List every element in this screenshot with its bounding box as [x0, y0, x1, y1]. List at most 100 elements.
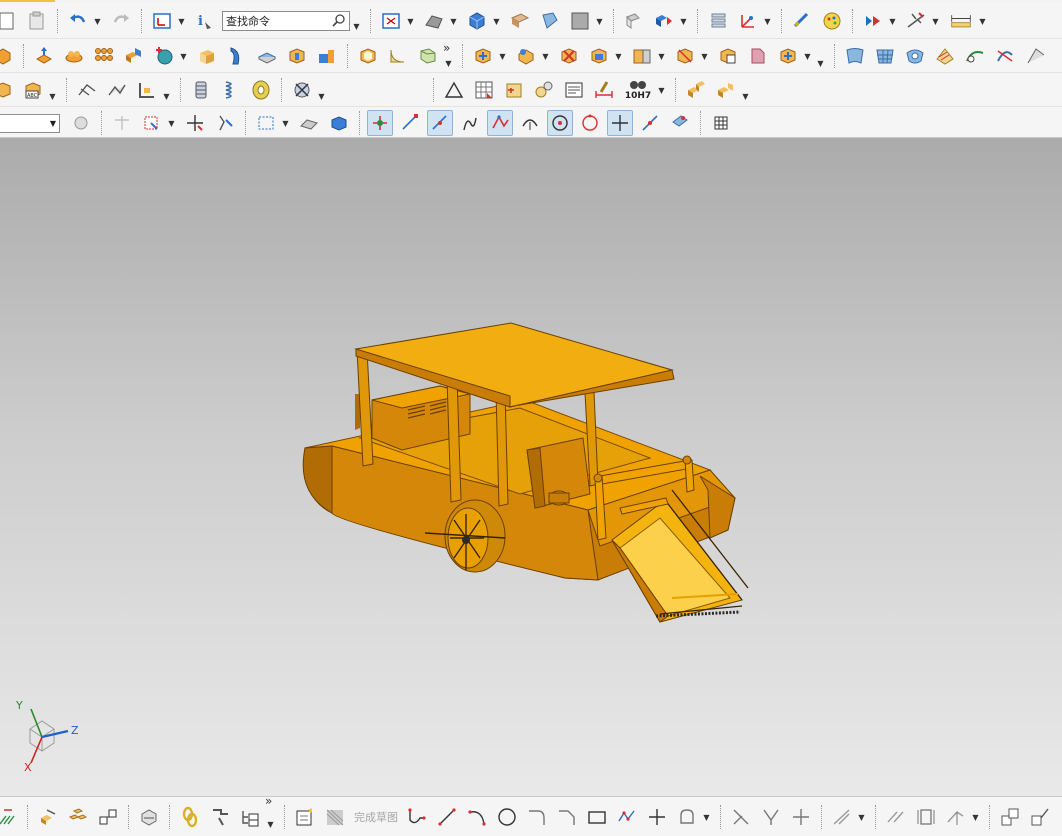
part-tree-icon[interactable] [237, 804, 263, 830]
solid-body-icon[interactable] [326, 110, 352, 136]
datum-point-dropdown[interactable]: ▼ [179, 46, 188, 66]
move-component-icon[interactable] [621, 8, 647, 34]
snap-point-on-face-icon[interactable] [637, 110, 663, 136]
hole-feature-icon[interactable] [284, 43, 310, 69]
extract-geometry-icon[interactable] [715, 43, 741, 69]
feature-table-icon[interactable] [501, 77, 527, 103]
studio-surface-icon[interactable] [932, 43, 958, 69]
redo-icon[interactable] [108, 8, 134, 34]
fit-view-dropdown[interactable]: ▼ [406, 11, 415, 31]
sketch-constraint-icon[interactable] [0, 804, 20, 830]
reuse-library-icon[interactable] [289, 77, 315, 103]
combine-icon[interactable] [775, 43, 801, 69]
finish-sketch-label[interactable]: 完成草图 [354, 809, 398, 825]
binoculars-tolerance-icon[interactable]: 10H7 [621, 77, 655, 103]
wcs-dropdown[interactable]: ▼ [177, 11, 186, 31]
circle-icon[interactable] [494, 804, 520, 830]
quick-trim-icon[interactable] [728, 804, 754, 830]
ruled-surface-icon[interactable] [842, 43, 868, 69]
quick-extend-icon[interactable] [758, 804, 784, 830]
edit-section-icon[interactable] [507, 8, 533, 34]
sync-modeling-dropdown[interactable]: ▼ [541, 46, 550, 66]
datum-point-icon[interactable] [151, 43, 177, 69]
offset-curve-dropdown[interactable]: ▼ [702, 807, 711, 827]
shell-icon[interactable] [355, 43, 381, 69]
arc-icon[interactable] [464, 804, 490, 830]
rectangle-select-icon[interactable] [253, 110, 279, 136]
selection-filter-dropdown[interactable]: ▼ [888, 11, 897, 31]
background-icon[interactable] [567, 8, 593, 34]
assembly-constraint-icon[interactable] [651, 8, 677, 34]
new-file-icon[interactable] [0, 8, 20, 34]
delete-face-icon[interactable] [556, 43, 582, 69]
edge-blend-icon[interactable] [385, 43, 411, 69]
mirror-dropdown[interactable]: ▼ [700, 46, 709, 66]
flange-dropdown[interactable]: ▼ [162, 86, 171, 106]
line-icon[interactable] [434, 804, 460, 830]
pmi-dropdown[interactable]: ▼ [48, 86, 57, 106]
extrude-icon[interactable] [0, 43, 16, 69]
clip-section-icon[interactable] [537, 8, 563, 34]
spreadsheet-icon[interactable] [471, 77, 497, 103]
graphics-viewport[interactable]: Y Z X [0, 138, 1062, 796]
datum-dropdown[interactable]: ▼ [931, 11, 940, 31]
section-view-icon[interactable] [629, 43, 655, 69]
bridge-curve-icon[interactable] [962, 43, 988, 69]
bend-icon[interactable] [104, 77, 130, 103]
components-icon[interactable] [65, 804, 91, 830]
row2-more-dropdown[interactable]: ▼ [816, 53, 825, 73]
spring-icon[interactable] [218, 77, 244, 103]
offset-face-icon[interactable] [224, 43, 250, 69]
orient-view-icon[interactable] [464, 8, 490, 34]
section-view-dropdown[interactable]: ▼ [657, 46, 666, 66]
undo-dropdown[interactable]: ▼ [93, 11, 102, 31]
parallel-constraint-icon[interactable] [883, 804, 909, 830]
add-component-dropdown[interactable]: ▼ [741, 86, 750, 106]
undo-icon[interactable] [65, 8, 91, 34]
explode-view-icon[interactable] [136, 804, 162, 830]
chamfer-sketch-icon[interactable] [554, 804, 580, 830]
reuse-dropdown[interactable]: ▼ [317, 86, 326, 106]
snap-bounded-grid-icon[interactable] [667, 110, 693, 136]
snap-mid-point-icon[interactable] [427, 110, 453, 136]
wcs-display-icon[interactable] [149, 8, 175, 34]
dimension-sketch-icon[interactable] [913, 804, 939, 830]
select-feature-icon[interactable] [139, 110, 165, 136]
replace-face-dropdown[interactable]: ▼ [614, 46, 623, 66]
row2-overflow-dropdown[interactable]: ▼ [444, 53, 453, 73]
snap-point-on-curve-icon[interactable] [607, 110, 633, 136]
bottom-more-icon[interactable]: » [265, 794, 275, 808]
finish-sketch-icon[interactable] [322, 804, 348, 830]
assembly-navigator-icon[interactable] [35, 804, 61, 830]
wcs-orient-icon[interactable] [735, 8, 761, 34]
ruler-dropdown[interactable]: ▼ [978, 11, 987, 31]
boss-icon[interactable] [314, 43, 340, 69]
synchronous-modeling-icon[interactable] [513, 43, 539, 69]
assembly-load-icon[interactable] [683, 77, 709, 103]
replace-face-icon[interactable] [586, 43, 612, 69]
information-icon[interactable]: i [192, 8, 218, 34]
chain-link-icon[interactable] [177, 804, 203, 830]
thicken-icon[interactable] [254, 43, 280, 69]
grid-icon[interactable] [708, 110, 734, 136]
snap-arc-center-icon[interactable] [517, 110, 543, 136]
snap-intersection-icon[interactable] [487, 110, 513, 136]
combine-dropdown[interactable]: ▼ [803, 46, 812, 66]
show-hide-icon[interactable] [296, 110, 322, 136]
profile-icon[interactable] [404, 804, 430, 830]
mirror-feature-icon[interactable] [672, 43, 698, 69]
trim-body-icon[interactable] [1022, 43, 1048, 69]
emboss-icon[interactable] [61, 43, 87, 69]
mate-icon[interactable] [95, 804, 121, 830]
add-component-icon[interactable] [713, 77, 739, 103]
cylinder-icon[interactable] [188, 77, 214, 103]
swept-surface-icon[interactable] [902, 43, 928, 69]
deselect-all-icon[interactable] [212, 110, 238, 136]
selection-filter-icon[interactable] [860, 8, 886, 34]
constraint-icon[interactable] [829, 804, 855, 830]
through-curves-icon[interactable] [872, 43, 898, 69]
unite-icon[interactable] [121, 43, 147, 69]
wrench-tool-icon[interactable] [207, 804, 233, 830]
sheet-metal-icon[interactable] [74, 77, 100, 103]
shaded-with-edges-icon[interactable] [421, 8, 447, 34]
